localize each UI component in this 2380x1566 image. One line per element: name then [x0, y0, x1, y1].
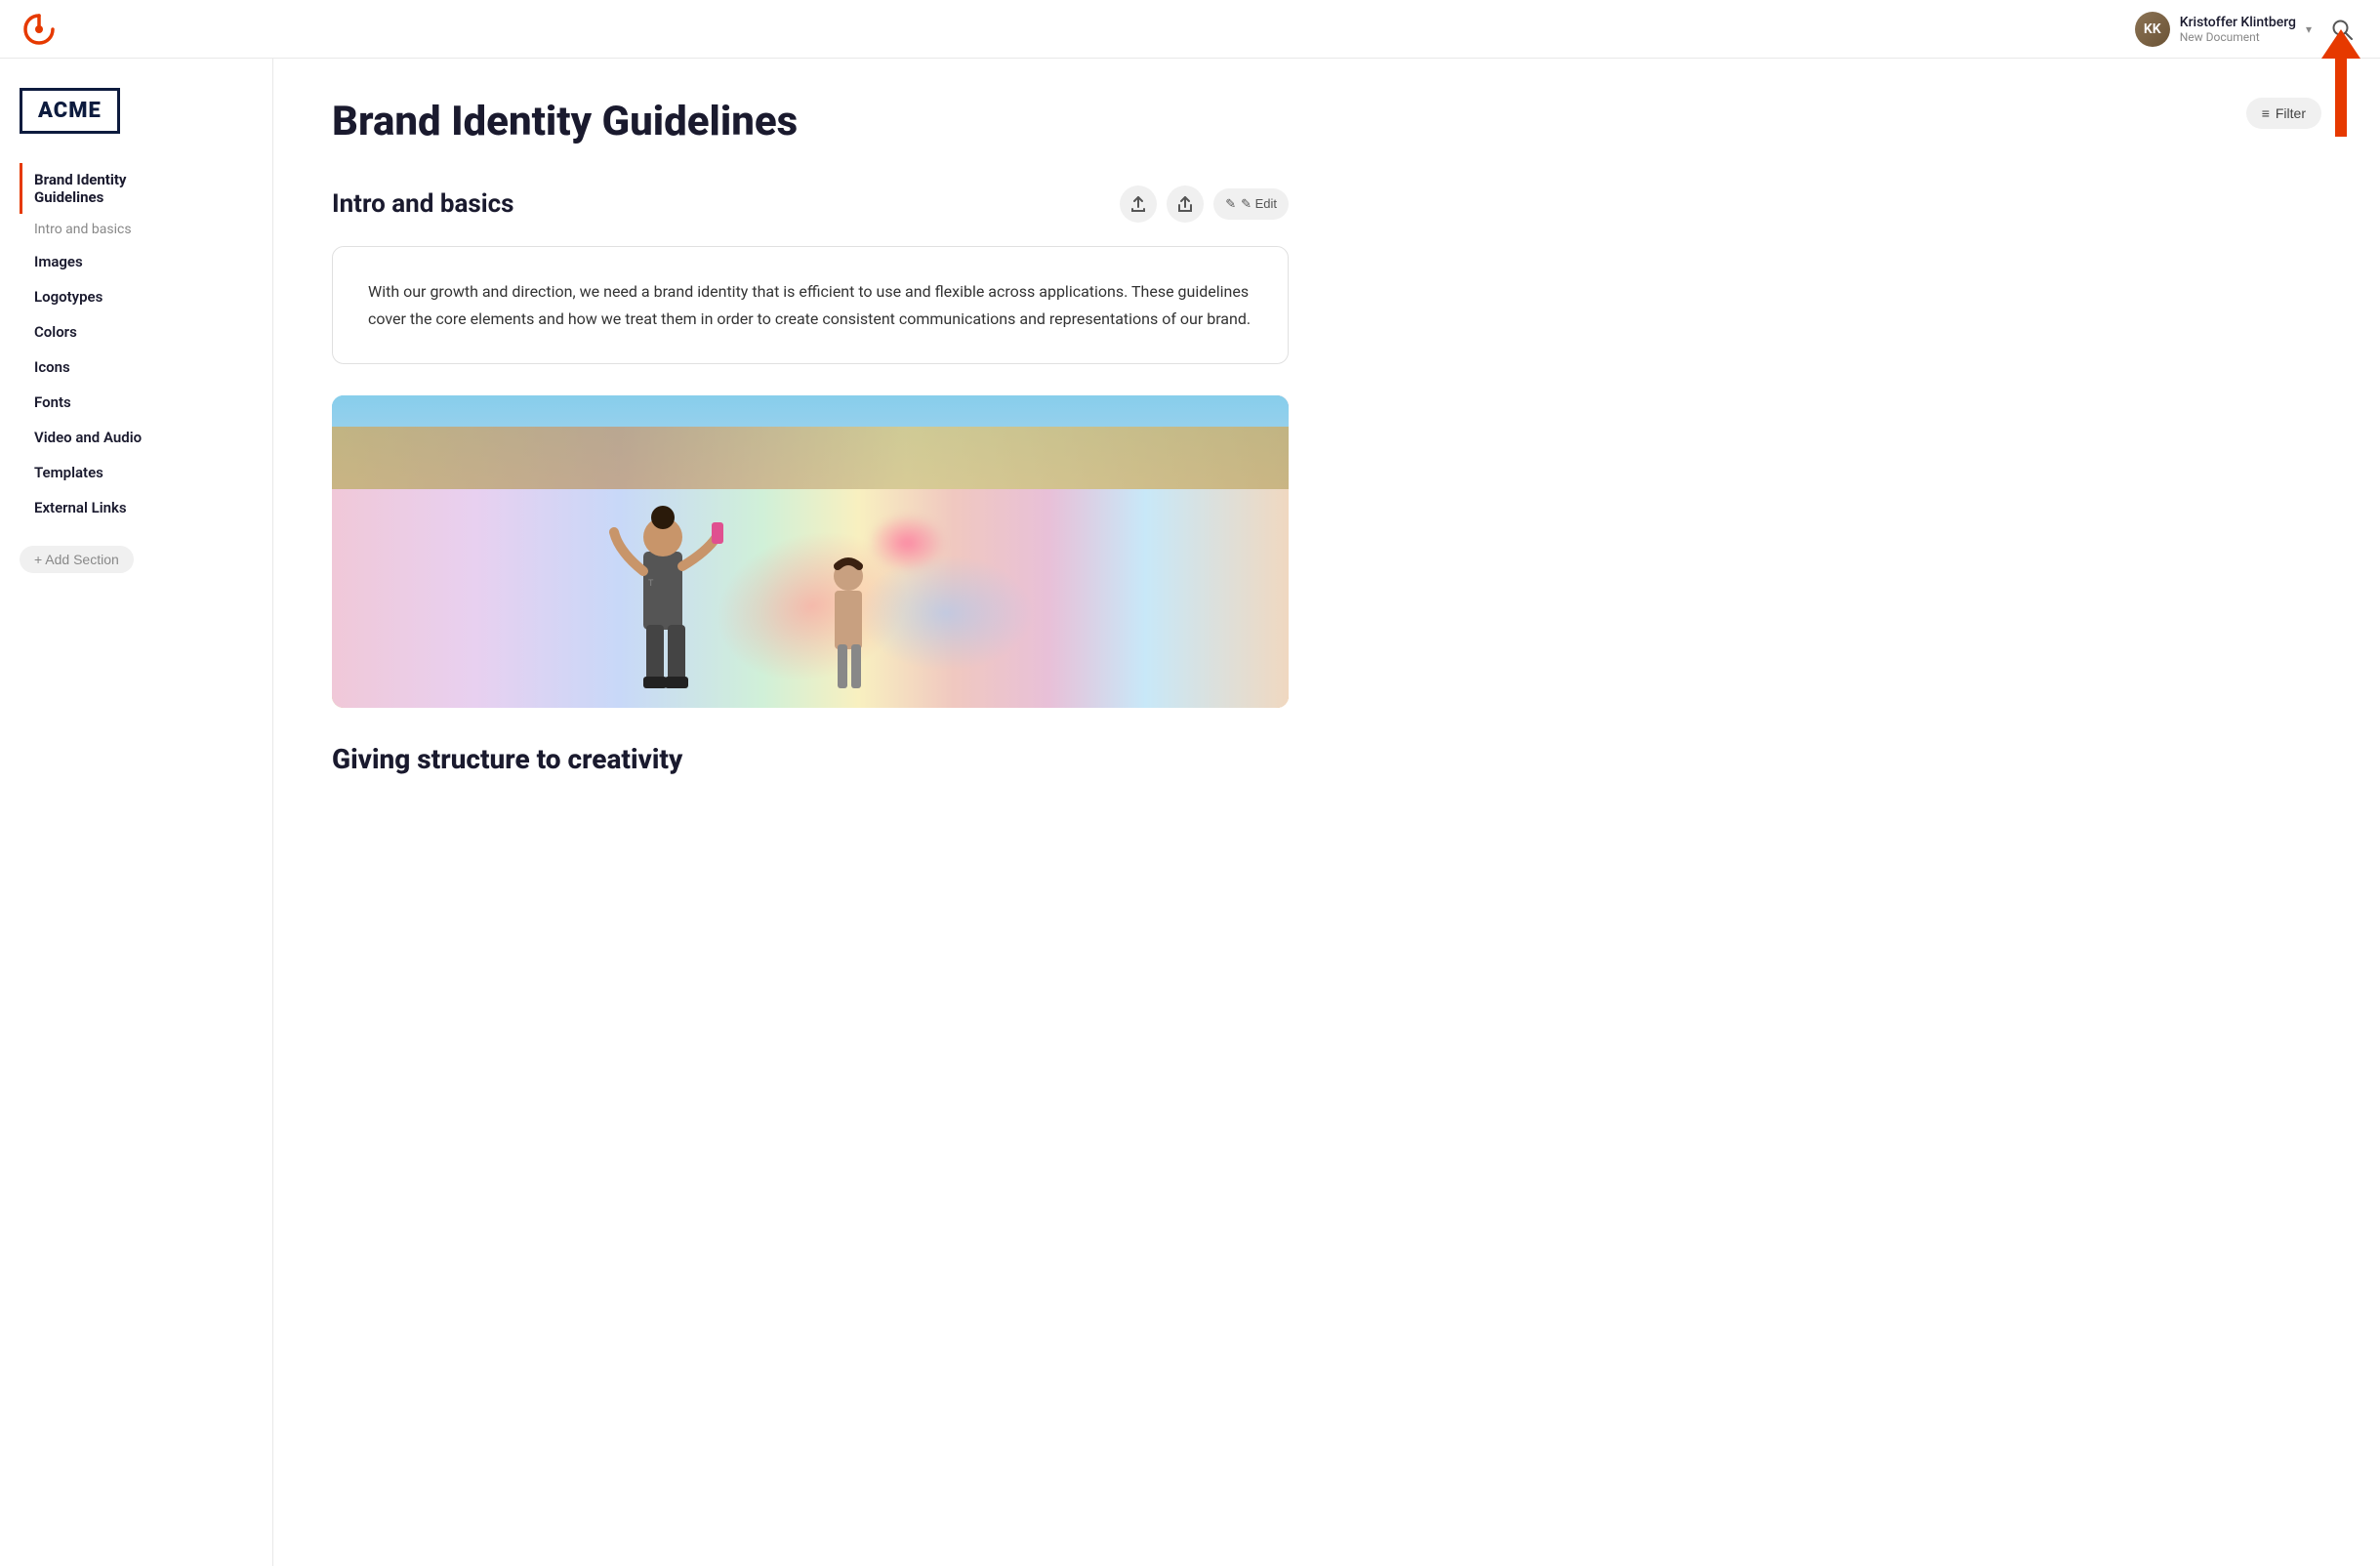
upload-button[interactable]: [1120, 185, 1157, 223]
nav-item-templates[interactable]: Templates: [20, 456, 253, 489]
header-left: [20, 10, 59, 49]
filter-icon: ≡: [2262, 105, 2270, 121]
acme-logo-text: ACME: [20, 88, 120, 134]
section-subtitle: Giving structure to creativity: [332, 743, 1289, 775]
sidebar: ACME Brand IdentityGuidelines Intro and …: [0, 59, 273, 1566]
add-section-button[interactable]: + Add Section: [20, 546, 134, 573]
edit-button[interactable]: ✎ ✎ Edit: [1213, 188, 1289, 220]
share-button[interactable]: [1167, 185, 1204, 223]
filter-button[interactable]: ≡ Filter: [2246, 98, 2321, 129]
description-text: With our growth and direction, we need a…: [368, 278, 1252, 331]
edit-icon: ✎: [1225, 196, 1236, 212]
svg-text:T: T: [648, 579, 654, 589]
section-header: Intro and basics: [332, 185, 1289, 223]
nav-item-colors[interactable]: Colors: [20, 315, 253, 349]
description-card: With our growth and direction, we need a…: [332, 246, 1289, 363]
nav-item-logotypes[interactable]: Logotypes: [20, 280, 253, 313]
user-document: New Document: [2180, 30, 2296, 44]
main-layout: ACME Brand IdentityGuidelines Intro and …: [0, 59, 2380, 834]
app-logo[interactable]: [20, 10, 59, 49]
user-name: Kristoffer Klintberg: [2180, 15, 2296, 30]
filter-label: Filter: [2276, 105, 2306, 121]
main-content: Brand Identity Guidelines Intro and basi…: [273, 59, 1347, 834]
section-title: Intro and basics: [332, 189, 514, 219]
graffiti-scene: T: [332, 395, 1289, 708]
user-text-block: Kristoffer Klintberg New Document: [2180, 15, 2296, 44]
brand-logo: ACME: [20, 88, 253, 134]
user-avatar: KK: [2135, 12, 2170, 47]
header-right: KK Kristoffer Klintberg New Document ▾: [2135, 11, 2360, 48]
search-button[interactable]: [2323, 11, 2360, 48]
page-title: Brand Identity Guidelines: [332, 98, 1289, 146]
nav-item-fonts[interactable]: Fonts: [20, 386, 253, 419]
nav-item-images[interactable]: Images: [20, 245, 253, 278]
nav-item-video-audio[interactable]: Video and Audio: [20, 421, 253, 454]
edit-label: ✎ Edit: [1241, 196, 1277, 212]
chevron-down-icon: ▾: [2306, 22, 2312, 36]
nav-item-icons[interactable]: Icons: [20, 350, 253, 384]
app-header: KK Kristoffer Klintberg New Document ▾: [0, 0, 2380, 59]
nav-item-external-links[interactable]: External Links: [20, 491, 253, 524]
hero-image: T: [332, 395, 1289, 708]
nav-subitem-intro[interactable]: Intro and basics: [20, 216, 253, 243]
sidebar-navigation: Brand IdentityGuidelines Intro and basic…: [20, 163, 253, 526]
user-menu[interactable]: KK Kristoffer Klintberg New Document ▾: [2135, 12, 2312, 47]
section-actions: ✎ ✎ Edit: [1120, 185, 1289, 223]
nav-item-brand-identity[interactable]: Brand IdentityGuidelines: [20, 163, 253, 214]
